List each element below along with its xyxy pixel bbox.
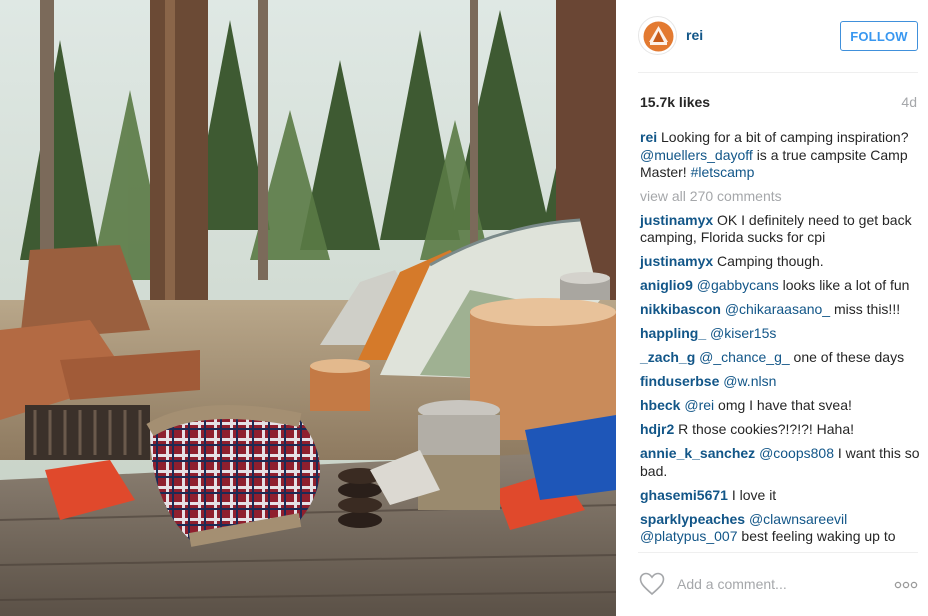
view-all-comments-link[interactable]: view all 270 comments — [640, 188, 922, 206]
comment-mention[interactable]: @kiser15s — [710, 325, 776, 341]
comment-text: miss this!!! — [833, 301, 901, 317]
comment-item: justinamyx OK I definitely need to get b… — [640, 212, 922, 247]
follow-button[interactable]: FOLLOW — [840, 21, 918, 51]
comment-text: one of these days — [793, 349, 905, 365]
comment-item: aniglio9 @gabbycans looks like a lot of … — [640, 277, 922, 295]
caption-mention[interactable]: @muellers_dayoff — [640, 147, 753, 163]
heart-outline-icon[interactable] — [639, 572, 665, 596]
caption-text: Looking for a bit of camping inspiration… — [661, 129, 909, 145]
comment-username[interactable]: justinamyx — [640, 212, 713, 228]
comment-username[interactable]: _zach_g — [640, 349, 695, 365]
comment-item: justinamyx Camping though. — [640, 253, 922, 271]
divider — [638, 72, 918, 73]
comment-text: omg I have that svea! — [718, 397, 852, 413]
post-age[interactable]: 4d — [901, 94, 917, 110]
comment-username[interactable]: annie_k_sanchez — [640, 445, 755, 461]
comment-item: annie_k_sanchez @coops808 I want this so… — [640, 445, 922, 480]
comment-mention[interactable]: @rei — [684, 397, 714, 413]
likes-count[interactable]: 15.7k likes — [640, 94, 710, 110]
username[interactable]: rei — [686, 27, 703, 43]
avatar[interactable] — [638, 16, 677, 55]
caption-hashtag[interactable]: #letscamp — [691, 164, 755, 180]
comment-item: hdjr2 R those cookies?!?!?! Haha! — [640, 421, 922, 439]
comment-mention[interactable]: @gabbycans — [697, 277, 779, 293]
comment-username[interactable]: nikkibascon — [640, 301, 721, 317]
comment-text: Camping though. — [717, 253, 824, 269]
comment-text: looks like a lot of fun — [782, 277, 910, 293]
comment-username[interactable]: ghasemi5671 — [640, 487, 728, 503]
caption-username[interactable]: rei — [640, 129, 657, 145]
comment-text: best feeling waking up to — [741, 528, 896, 544]
comment-text: I love it — [731, 486, 777, 503]
comment-mention[interactable]: @chikaraasano_ — [725, 301, 830, 317]
comment-mention[interactable]: @coops808 — [759, 445, 834, 461]
comment-text: R those cookies?!?!?! Haha! — [678, 421, 855, 437]
comment-item: ghasemi5671 I love it — [640, 487, 922, 505]
comment-username[interactable]: happling_ — [640, 325, 706, 341]
comment-item: hbeck @rei omg I have that svea! — [640, 397, 922, 415]
comment-item: _zach_g @_chance_g_ one of these days — [640, 349, 922, 367]
caption: rei Looking for a bit of camping inspira… — [640, 129, 922, 182]
divider — [638, 552, 918, 553]
post-photo[interactable] — [0, 0, 616, 616]
rei-logo — [643, 21, 674, 52]
more-dots-icon — [894, 581, 918, 589]
comment-item: finduserbse @w.nlsn — [640, 373, 922, 391]
post-header: rei FOLLOW — [638, 16, 918, 56]
comment-username[interactable]: justinamyx — [640, 253, 713, 269]
comment-username[interactable]: hbeck — [640, 397, 680, 413]
comment-item: nikkibascon @chikaraasano_ miss this!!! — [640, 301, 922, 319]
comment-username[interactable]: hdjr2 — [640, 421, 674, 437]
comment-mention[interactable]: @_chance_g_ — [699, 349, 790, 365]
comment-item: happling_ @kiser15s — [640, 325, 922, 343]
add-comment-input[interactable] — [677, 576, 877, 592]
comment-username[interactable]: sparklypeaches — [640, 511, 745, 527]
comment-username[interactable]: finduserbse — [640, 373, 719, 389]
post-sidebar: rei FOLLOW 15.7k likes 4d rei Looking fo… — [616, 0, 928, 616]
more-dots-icon[interactable] — [894, 576, 918, 594]
comment-mention[interactable]: @w.nlsn — [723, 373, 776, 389]
comment-item: sparklypeaches @clawnsareevil @platypus_… — [640, 511, 922, 546]
camping-photo-illustration — [0, 0, 616, 616]
comments-list: rei Looking for a bit of camping inspira… — [640, 129, 922, 552]
comment-username[interactable]: aniglio9 — [640, 277, 693, 293]
